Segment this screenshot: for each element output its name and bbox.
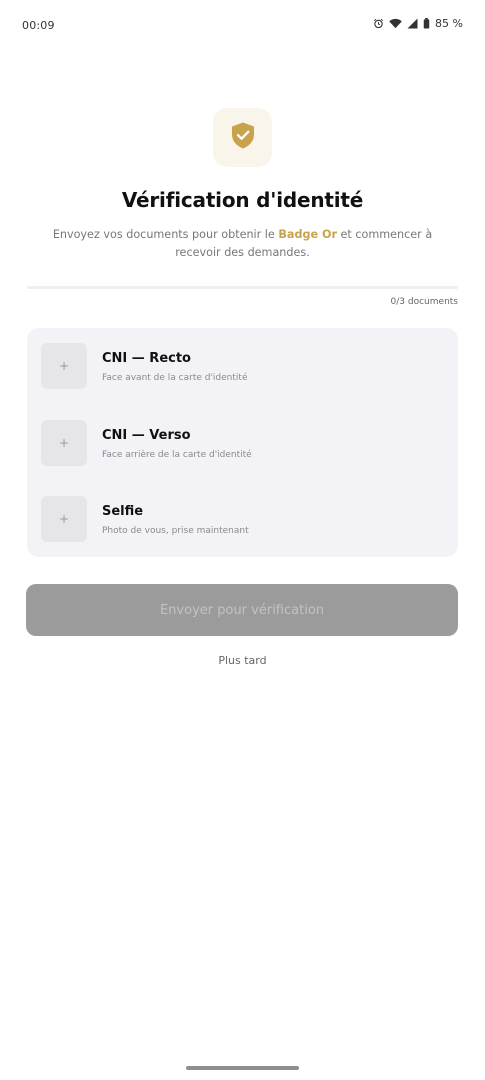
document-description: Face avant de la carte d'identité (102, 373, 248, 383)
home-indicator[interactable] (186, 1066, 299, 1070)
document-title: Selfie (102, 504, 144, 519)
subtitle-text-start: Envoyez vos documents pour obtenir le (52, 228, 279, 241)
plus-icon: + (58, 436, 70, 450)
badge-name: Badge Or (278, 228, 337, 241)
submit-verification-button[interactable]: Envoyer pour vérification (26, 584, 458, 636)
status-icons: 85 % (373, 17, 463, 30)
document-description: Photo de vous, prise maintenant (102, 526, 249, 536)
add-document-button[interactable]: + (41, 343, 87, 389)
status-time: 00:09 (22, 19, 55, 32)
page-subtitle: Envoyez vos documents pour obtenir le Ba… (32, 226, 453, 262)
signal-icon (407, 18, 418, 29)
document-item-cni-verso[interactable]: + CNI — Verso Face arrière de la carte d… (41, 420, 444, 466)
document-item-selfie[interactable]: + Selfie Photo de vous, prise maintenant (41, 496, 444, 542)
battery-icon (423, 18, 430, 29)
add-document-button[interactable]: + (41, 496, 87, 542)
later-link[interactable]: Plus tard (0, 654, 485, 667)
document-item-cni-recto[interactable]: + CNI — Recto Face avant de la carte d'i… (41, 343, 444, 389)
wifi-icon (389, 18, 402, 29)
document-title: CNI — Verso (102, 428, 191, 443)
alarm-icon (373, 18, 384, 29)
verified-shield-badge (213, 108, 272, 167)
documents-list: + CNI — Recto Face avant de la carte d'i… (27, 328, 458, 557)
document-description: Face arrière de la carte d'identité (102, 450, 252, 460)
page-title: Vérification d'identité (121, 188, 364, 212)
add-document-button[interactable]: + (41, 420, 87, 466)
plus-icon: + (58, 512, 70, 526)
plus-icon: + (58, 359, 70, 373)
status-bar: 00:09 85 % (0, 0, 485, 52)
document-title: CNI — Recto (102, 351, 191, 366)
upload-progress-bar (27, 286, 458, 289)
upload-progress-label: 0/3 documents (390, 297, 458, 307)
battery-level: 85 % (435, 17, 463, 30)
shield-check-icon (231, 122, 255, 153)
